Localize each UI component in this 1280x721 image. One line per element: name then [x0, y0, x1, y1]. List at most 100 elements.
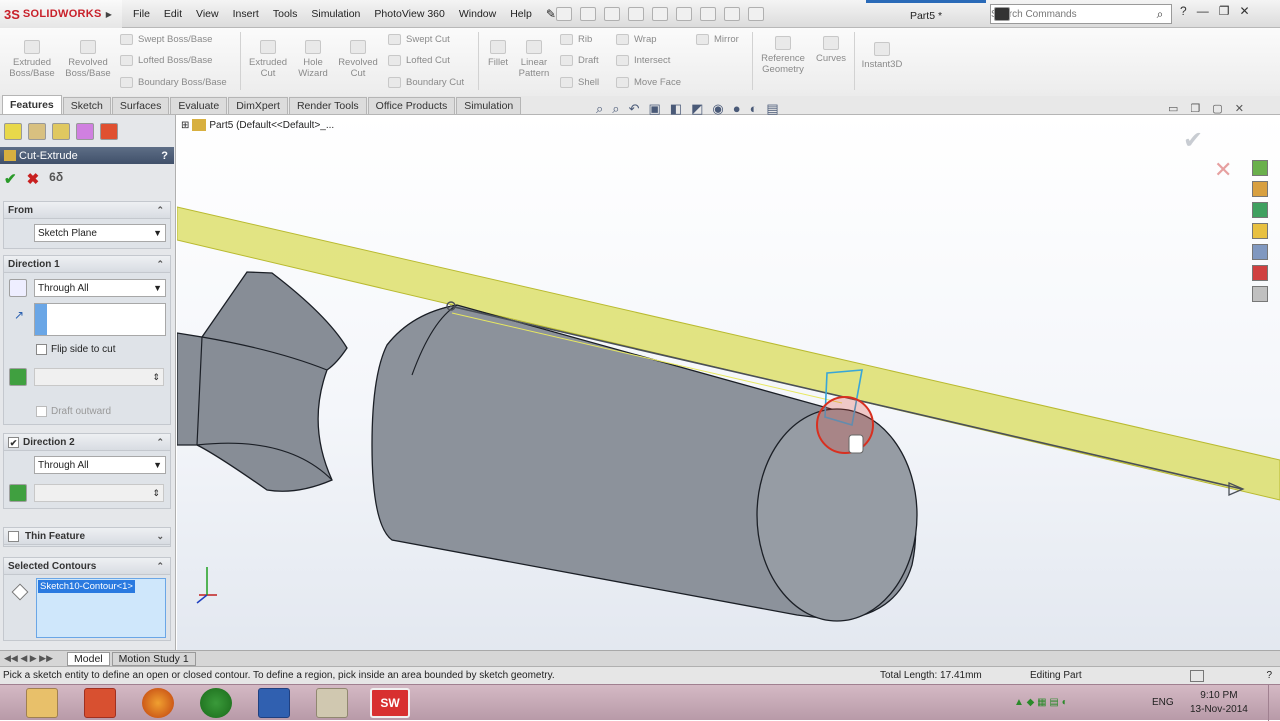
- task-pane-more-icon[interactable]: [1252, 286, 1268, 302]
- tab-dimxpert[interactable]: DimXpert: [228, 97, 288, 114]
- lofted-cut-button[interactable]: Lofted Cut: [388, 55, 450, 66]
- shell-button[interactable]: Shell: [560, 77, 599, 88]
- menu-edit[interactable]: Edit: [157, 8, 189, 20]
- dimxpert-manager-icon[interactable]: [76, 123, 94, 140]
- apply-scene-icon[interactable]: ◐: [750, 101, 758, 117]
- solidworks-taskbar-button[interactable]: SW: [370, 688, 410, 718]
- utorrent-icon[interactable]: [200, 688, 232, 718]
- new-icon[interactable]: [556, 7, 572, 21]
- menu-insert[interactable]: Insert: [226, 8, 266, 20]
- zoom-to-fit-icon[interactable]: ⌕: [596, 101, 603, 117]
- swept-boss-button[interactable]: Swept Boss/Base: [120, 34, 212, 45]
- units-icon[interactable]: [1190, 669, 1204, 682]
- move-face-button[interactable]: Move Face: [616, 77, 681, 88]
- flip-side-checkbox[interactable]: Flip side to cut: [36, 344, 115, 355]
- spinner-icon[interactable]: ⇕: [152, 372, 160, 383]
- feature-manager-icon[interactable]: [4, 123, 22, 140]
- view-palette-icon[interactable]: [1252, 223, 1268, 239]
- flip-checkbox-box[interactable]: [36, 344, 47, 355]
- lofted-boss-button[interactable]: Lofted Boss/Base: [120, 55, 212, 66]
- from-header[interactable]: From ⌃: [4, 202, 170, 219]
- contour-item[interactable]: Sketch10-Contour<1>: [38, 580, 135, 593]
- curves-button[interactable]: Curves: [812, 36, 850, 64]
- menu-help[interactable]: Help: [503, 8, 539, 20]
- extruded-boss-button[interactable]: Extruded Boss/Base: [6, 40, 58, 79]
- draft-outward-checkbox[interactable]: Draft outward: [36, 406, 111, 417]
- print-icon[interactable]: [628, 7, 644, 21]
- selected-contours-header[interactable]: Selected Contours ⌃: [4, 558, 170, 575]
- tab-model[interactable]: Model: [67, 651, 110, 666]
- graphics-area[interactable]: ⊞ Part5 (Default<<Default>_... ✔ ✕: [177, 115, 1280, 650]
- contours-list[interactable]: Sketch10-Contour<1>: [36, 578, 166, 638]
- boundary-cut-button[interactable]: Boundary Cut: [388, 77, 464, 88]
- ok-check-icon[interactable]: ✔: [4, 170, 17, 188]
- doc-minimize-icon[interactable]: ▭: [1168, 102, 1178, 115]
- intersect-button[interactable]: Intersect: [616, 55, 670, 66]
- search-commands-box[interactable]: Search Commands ⌕: [990, 4, 1172, 24]
- confirm-cancel-icon[interactable]: ✕: [1214, 157, 1232, 182]
- reference-geometry-button[interactable]: Reference Geometry: [756, 36, 810, 75]
- expand-icon[interactable]: ⌄: [156, 531, 164, 542]
- fillet-button[interactable]: Fillet: [482, 40, 514, 68]
- boundary-boss-button[interactable]: Boundary Boss/Base: [120, 77, 227, 88]
- revolved-cut-button[interactable]: Revolved Cut: [334, 40, 382, 79]
- direction2-checkbox[interactable]: ✔: [8, 436, 19, 448]
- tab-surfaces[interactable]: Surfaces: [111, 97, 170, 114]
- tray-icons[interactable]: ▲ ◆ ▦ ▤ ◐: [1014, 697, 1068, 708]
- display-manager-icon[interactable]: [100, 123, 118, 140]
- office-icon[interactable]: [84, 688, 116, 718]
- show-desktop-button[interactable]: [1268, 685, 1280, 721]
- handle-body[interactable]: [177, 271, 348, 492]
- cancel-x-icon[interactable]: ✖: [27, 170, 40, 188]
- open-icon[interactable]: [580, 7, 596, 21]
- rebuild-icon[interactable]: [700, 7, 716, 21]
- help-icon[interactable]: ?: [1180, 4, 1187, 18]
- menu-photoview[interactable]: PhotoView 360: [367, 8, 451, 20]
- word-icon[interactable]: [258, 688, 290, 718]
- custom-properties-icon[interactable]: [1252, 265, 1268, 281]
- from-select[interactable]: Sketch Plane ▼: [34, 224, 166, 242]
- menu-tools[interactable]: Tools: [266, 8, 305, 20]
- minimize-icon[interactable]: —: [1197, 4, 1209, 18]
- help-button[interactable]: ?: [161, 150, 168, 162]
- hole-wizard-button[interactable]: Hole Wizard: [294, 40, 332, 79]
- tab-render-tools[interactable]: Render Tools: [288, 97, 367, 114]
- solidworks-resources-icon[interactable]: [1252, 160, 1268, 176]
- edit-appearance-icon[interactable]: ●: [733, 101, 741, 117]
- zoom-to-area-icon[interactable]: ⌕: [612, 101, 619, 117]
- model-canvas[interactable]: ✔ ✕: [177, 115, 1280, 650]
- tab-evaluate[interactable]: Evaluate: [170, 97, 228, 114]
- file-properties-icon[interactable]: [724, 7, 740, 21]
- search-icon[interactable]: ⌕: [1149, 7, 1171, 22]
- doc-restore-icon[interactable]: ❐: [1190, 102, 1200, 115]
- file-explorer-icon[interactable]: [1252, 202, 1268, 218]
- reverse-direction-icon[interactable]: [9, 279, 27, 297]
- draft2-icon[interactable]: [9, 484, 27, 502]
- draft-on-off-icon[interactable]: [9, 368, 27, 386]
- file-explorer-icon[interactable]: [26, 688, 58, 718]
- appearances-icon[interactable]: [1252, 244, 1268, 260]
- mirror-button[interactable]: Mirror: [696, 34, 739, 45]
- collapse-icon[interactable]: ⌃: [156, 437, 164, 448]
- collapse-icon[interactable]: ⌃: [156, 561, 164, 572]
- select-icon[interactable]: [676, 7, 692, 21]
- extruded-cut-button[interactable]: Extruded Cut: [244, 40, 292, 79]
- section-view-icon[interactable]: ▣: [648, 101, 660, 117]
- end-condition-select[interactable]: Through All ▼: [34, 279, 166, 297]
- clock[interactable]: 9:10 PM 13-Nov-2014: [1190, 689, 1248, 717]
- menu-window[interactable]: Window: [452, 8, 503, 20]
- thin-feature-header[interactable]: Thin Feature ⌄: [4, 528, 170, 545]
- display-style-icon[interactable]: ◩: [691, 101, 703, 117]
- previous-view-icon[interactable]: ↶: [629, 101, 640, 117]
- tab-features[interactable]: Features: [2, 95, 62, 114]
- hide-show-icon[interactable]: ◉: [712, 101, 723, 117]
- linear-pattern-button[interactable]: Linear Pattern: [514, 40, 554, 79]
- draft2-angle-input[interactable]: ⇕: [34, 484, 164, 502]
- options-icon[interactable]: [748, 7, 764, 21]
- collapse-icon[interactable]: ⌃: [156, 205, 164, 216]
- menu-simulation[interactable]: Simulation: [304, 8, 367, 20]
- wrap-button[interactable]: Wrap: [616, 34, 657, 45]
- close-icon[interactable]: ✕: [1239, 4, 1249, 18]
- property-manager-icon[interactable]: [28, 123, 46, 140]
- direction1-header[interactable]: Direction 1 ⌃: [4, 256, 170, 273]
